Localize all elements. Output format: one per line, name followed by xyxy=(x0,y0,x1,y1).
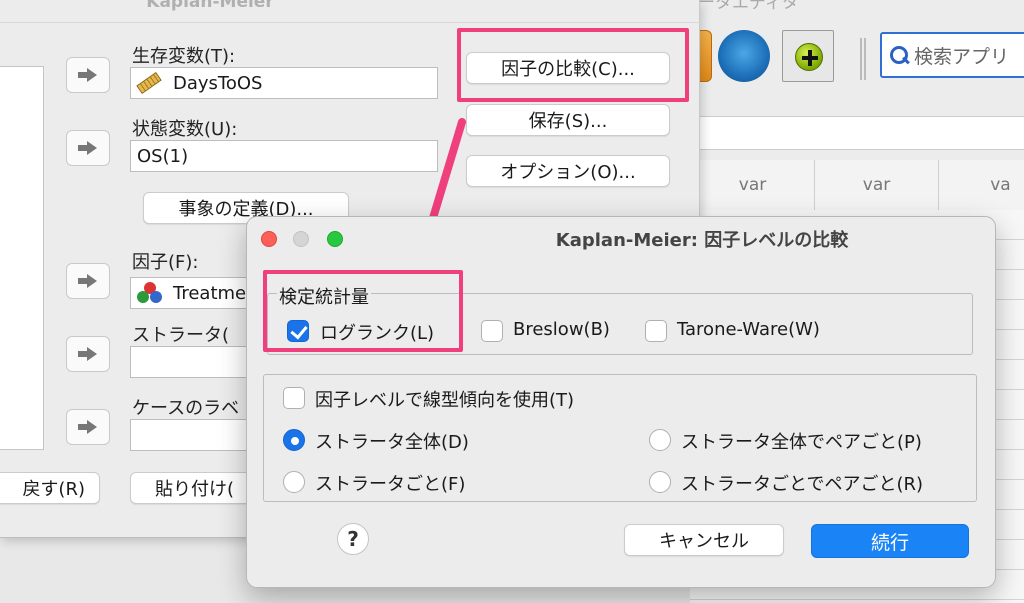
options-button[interactable]: オプション(O)... xyxy=(466,155,670,187)
title-divider xyxy=(0,22,700,23)
data-editor-title: ータエディタ xyxy=(698,0,799,13)
survival-variable-label: 生存変数(T): xyxy=(132,46,236,67)
status-variable-value: OS(1) xyxy=(137,145,189,167)
status-variable-label: 状態変数(U): xyxy=(132,119,238,140)
search-placeholder: 検索アプリ xyxy=(914,45,1010,68)
pairwise-per-stratum-label: ストラータごとでペアごと(R) xyxy=(681,474,924,495)
cancel-button[interactable]: キャンセル xyxy=(624,524,784,556)
toolbar-split-file-icon[interactable] xyxy=(718,30,770,82)
paste-button[interactable]: 貼り付け( xyxy=(130,472,260,504)
continue-button[interactable]: 続行 xyxy=(811,524,969,558)
test-statistics-highlight xyxy=(263,270,463,352)
search-apps-input[interactable]: 検索アプリ xyxy=(880,32,1024,78)
pooled-strata-radio[interactable] xyxy=(283,429,305,451)
case-label-label: ケースのラベ xyxy=(132,398,240,419)
compare-button-highlight xyxy=(457,28,689,102)
survival-variable-value: DaysToOS xyxy=(173,72,263,94)
pairwise-pooled-radio[interactable] xyxy=(649,429,671,451)
data-editor-toolbar: ータエディタ 検索アプリ xyxy=(690,0,1024,100)
pooled-strata-label: ストラータ全体(D) xyxy=(315,432,469,453)
cell-editor-bar[interactable] xyxy=(700,116,1024,150)
save-button[interactable]: 保存(S)... xyxy=(466,104,670,136)
arrow-right-icon xyxy=(78,347,98,361)
breslow-checkbox[interactable] xyxy=(481,320,503,342)
arrow-right-icon xyxy=(78,141,98,155)
scale-variable-icon xyxy=(136,72,162,94)
dialog-title: Kaplan-Meier xyxy=(146,0,274,12)
factor-label: 因子(F): xyxy=(132,252,199,273)
nominal-variable-icon xyxy=(137,282,163,304)
move-to-strata-button[interactable] xyxy=(66,336,110,372)
per-stratum-label: ストラータごと(F) xyxy=(315,474,466,495)
linear-trend-checkbox[interactable] xyxy=(283,387,305,409)
toolbar-add-icon[interactable] xyxy=(782,30,834,82)
variable-list[interactable] xyxy=(0,66,44,450)
arrow-right-icon xyxy=(78,274,98,288)
factor-value: Treatme xyxy=(173,282,247,304)
column-header[interactable]: var xyxy=(690,160,814,210)
move-to-case-label-button[interactable] xyxy=(66,409,110,445)
linear-trend-label: 因子レベルで線型傾向を使用(T) xyxy=(315,390,575,411)
arrow-right-icon xyxy=(78,420,98,434)
status-variable-field[interactable]: OS(1) xyxy=(130,140,438,172)
per-stratum-radio[interactable] xyxy=(283,471,305,493)
pairwise-pooled-label: ストラータ全体でペアごと(P) xyxy=(681,432,922,453)
column-header[interactable]: va xyxy=(938,160,1024,210)
reset-button[interactable]: 戻す(R) xyxy=(0,472,100,504)
move-to-status-button[interactable] xyxy=(66,130,110,166)
help-button[interactable]: ? xyxy=(337,523,369,555)
arrow-right-icon xyxy=(78,68,98,82)
move-to-survival-button[interactable] xyxy=(66,57,110,93)
toolbar-separator xyxy=(860,38,866,80)
tarone-ware-checkbox[interactable] xyxy=(645,320,667,342)
compare-dialog-title: Kaplan-Meier: 因子レベルの比較 xyxy=(555,230,849,251)
column-header[interactable]: var xyxy=(814,160,938,210)
tarone-ware-label: Tarone-Ware(W) xyxy=(677,319,820,340)
breslow-label: Breslow(B) xyxy=(513,319,610,340)
strata-label: ストラータ( xyxy=(132,325,230,346)
survival-variable-field[interactable]: DaysToOS xyxy=(130,67,438,99)
search-icon xyxy=(888,44,910,66)
pairwise-per-stratum-radio[interactable] xyxy=(649,471,671,493)
move-to-factor-button[interactable] xyxy=(66,263,110,299)
